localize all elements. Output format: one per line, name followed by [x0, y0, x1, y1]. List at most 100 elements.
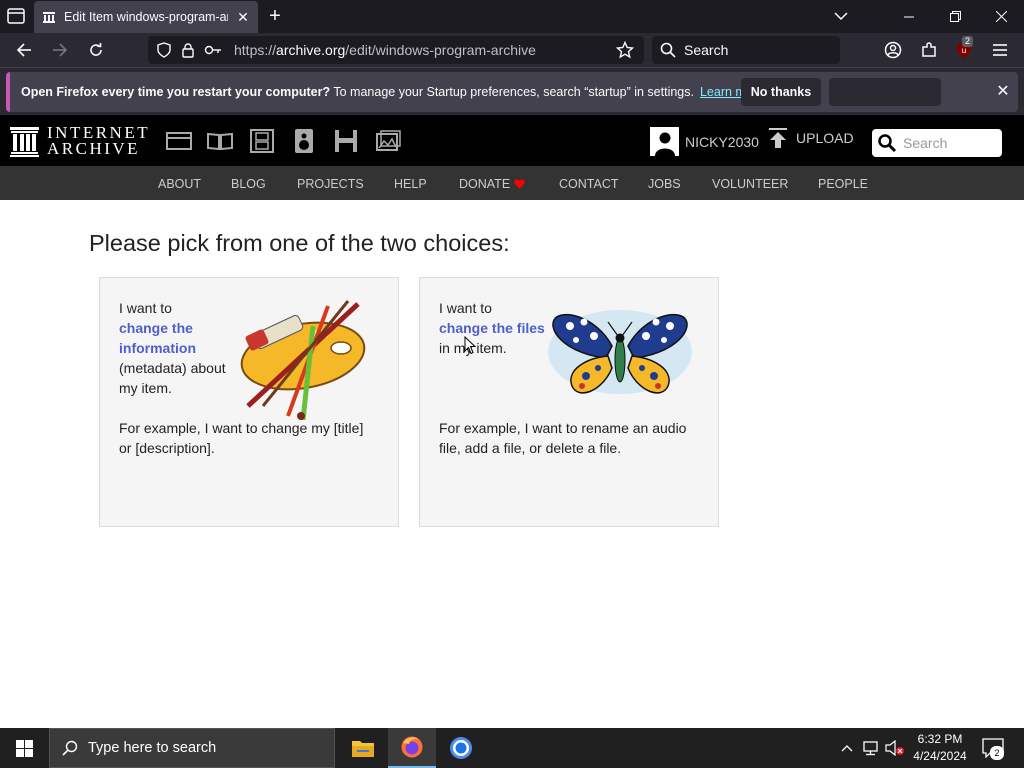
archive-building-icon	[10, 127, 39, 157]
upload-icon	[769, 128, 787, 148]
heart-icon	[514, 179, 525, 189]
minimize-icon	[904, 16, 914, 17]
choice-pre: I want to	[119, 300, 172, 316]
back-button[interactable]	[12, 38, 36, 62]
new-tab-button[interactable]: +	[266, 6, 284, 26]
change-information-link[interactable]: change the information	[119, 318, 229, 358]
restore-button[interactable]	[932, 0, 978, 33]
arrow-right-icon	[53, 43, 68, 57]
close-window-button[interactable]	[978, 0, 1024, 33]
nav-jobs[interactable]: JOBS	[648, 177, 681, 191]
texts-icon[interactable]	[206, 127, 234, 155]
nav-about[interactable]: ABOUT	[158, 177, 201, 191]
key-icon[interactable]	[204, 42, 222, 58]
paint-palette-illustration[interactable]	[233, 296, 373, 420]
file-explorer-app[interactable]	[339, 728, 387, 768]
images-icon[interactable]	[374, 127, 402, 155]
user-menu[interactable]: NICKY2030	[650, 127, 759, 156]
ia-search-input[interactable]	[903, 135, 998, 151]
clock-time: 6:32 PM	[917, 732, 963, 746]
nav-help[interactable]: HELP	[394, 177, 427, 191]
nav-contact[interactable]: CONTACT	[559, 177, 619, 191]
tab-title: Edit Item windows-program-arc	[64, 10, 228, 24]
url-text: https://archive.org/edit/windows-program…	[234, 42, 536, 58]
minimize-button[interactable]	[886, 0, 932, 33]
shield-icon[interactable]	[156, 42, 172, 58]
video-icon[interactable]	[248, 127, 276, 155]
lock-icon[interactable]	[180, 42, 196, 58]
volume-tray-button[interactable]	[885, 738, 905, 758]
ia-logo[interactable]: INTERNET ARCHIVE	[10, 124, 150, 158]
software-icon[interactable]	[332, 127, 360, 155]
choice-card-metadata[interactable]: I want to change the information (metada…	[99, 277, 399, 527]
browser-search-bar[interactable]: Search	[652, 36, 840, 64]
firefox-view-icon[interactable]	[6, 7, 26, 25]
notification-action-button[interactable]	[829, 78, 941, 106]
close-icon	[995, 11, 1007, 22]
change-files-link[interactable]: change the files	[439, 318, 549, 338]
avatar	[650, 127, 679, 156]
search-icon	[62, 740, 78, 756]
no-thanks-button[interactable]: No thanks	[741, 78, 821, 106]
search-icon	[660, 42, 676, 58]
taskbar-search-placeholder: Type here to search	[88, 740, 217, 756]
bookmark-star-icon[interactable]	[616, 41, 634, 59]
reload-button[interactable]	[84, 38, 108, 62]
user-silhouette-icon	[654, 132, 675, 156]
notification-count-badge: 2	[990, 746, 1004, 760]
clock-date: 4/24/2024	[913, 749, 967, 763]
extension-badge: 2	[962, 36, 974, 47]
chrome-app[interactable]	[437, 728, 485, 768]
chrome-icon	[450, 737, 472, 759]
account-icon	[884, 41, 902, 59]
start-button[interactable]	[0, 728, 48, 768]
taskbar-search-box[interactable]: Type here to search	[49, 728, 335, 768]
startup-notification-bar: Open Firefox every time you restart your…	[0, 67, 1024, 115]
url-host: archive.org	[276, 42, 346, 58]
notification-body-text: To manage your Startup preferences, sear…	[330, 85, 694, 99]
firefox-app[interactable]	[388, 728, 436, 768]
windows-taskbar: Type here to search 6:32 PM 4/24/2024 2	[0, 728, 1024, 768]
search-icon	[878, 134, 897, 153]
web-icon[interactable]	[165, 127, 193, 155]
chevron-down-icon[interactable]	[833, 8, 849, 24]
tab-active[interactable]: Edit Item windows-program-arc ✕	[34, 1, 258, 33]
menu-button[interactable]	[988, 38, 1012, 62]
nav-volunteer[interactable]: VOLUNTEER	[712, 177, 788, 191]
ia-nav-bar: ABOUT BLOG PROJECTS HELP DONATE CONTACT …	[0, 166, 1024, 200]
choice-example: For example, I want to rename an audio f…	[439, 420, 687, 456]
forward-button[interactable]	[48, 38, 72, 62]
url-bar[interactable]: https://archive.org/edit/windows-program…	[148, 36, 644, 64]
network-tray-button[interactable]	[861, 738, 881, 758]
tab-close-icon[interactable]: ✕	[236, 10, 250, 24]
url-path: /edit/windows-program-archive	[345, 42, 536, 58]
audio-icon[interactable]	[290, 127, 318, 155]
extensions-button[interactable]	[917, 38, 941, 62]
account-button[interactable]	[881, 38, 905, 62]
nav-projects[interactable]: PROJECTS	[297, 177, 364, 191]
hamburger-icon	[993, 44, 1007, 56]
archive-icon	[43, 12, 55, 23]
system-clock[interactable]: 6:32 PM 4/24/2024	[905, 731, 975, 765]
nav-blog[interactable]: BLOG	[231, 177, 266, 191]
browser-nav-bar: https://archive.org/edit/windows-program…	[0, 33, 1024, 67]
notification-close-icon[interactable]: ✕	[994, 83, 1012, 101]
nav-donate[interactable]: DONATE	[459, 177, 525, 191]
notification-bold-text: Open Firefox every time you restart your…	[21, 85, 331, 99]
choice-pre: I want to	[439, 300, 492, 316]
logo-line-2: ARCHIVE	[47, 139, 141, 158]
nav-people[interactable]: PEOPLE	[818, 177, 868, 191]
show-hidden-icons-button[interactable]	[837, 738, 857, 758]
nav-donate-label: DONATE	[459, 177, 511, 191]
choice-card-files[interactable]: I want to change the files in my item. F…	[419, 277, 719, 527]
ia-search-box[interactable]	[872, 129, 1002, 157]
notification-text: Open Firefox every time you restart your…	[21, 85, 764, 99]
butterfly-illustration[interactable]	[546, 296, 694, 408]
upload-label: UPLOAD	[796, 130, 854, 146]
ia-header: INTERNET ARCHIVE NICKY2030 UPLOAD	[0, 115, 1024, 166]
page-title: Please pick from one of the two choices:	[89, 230, 510, 256]
browser-tab-bar: Edit Item windows-program-arc ✕ +	[0, 0, 1024, 33]
svg-text:u: u	[962, 46, 966, 55]
folder-icon	[352, 741, 374, 757]
upload-button[interactable]: UPLOAD	[768, 127, 854, 149]
